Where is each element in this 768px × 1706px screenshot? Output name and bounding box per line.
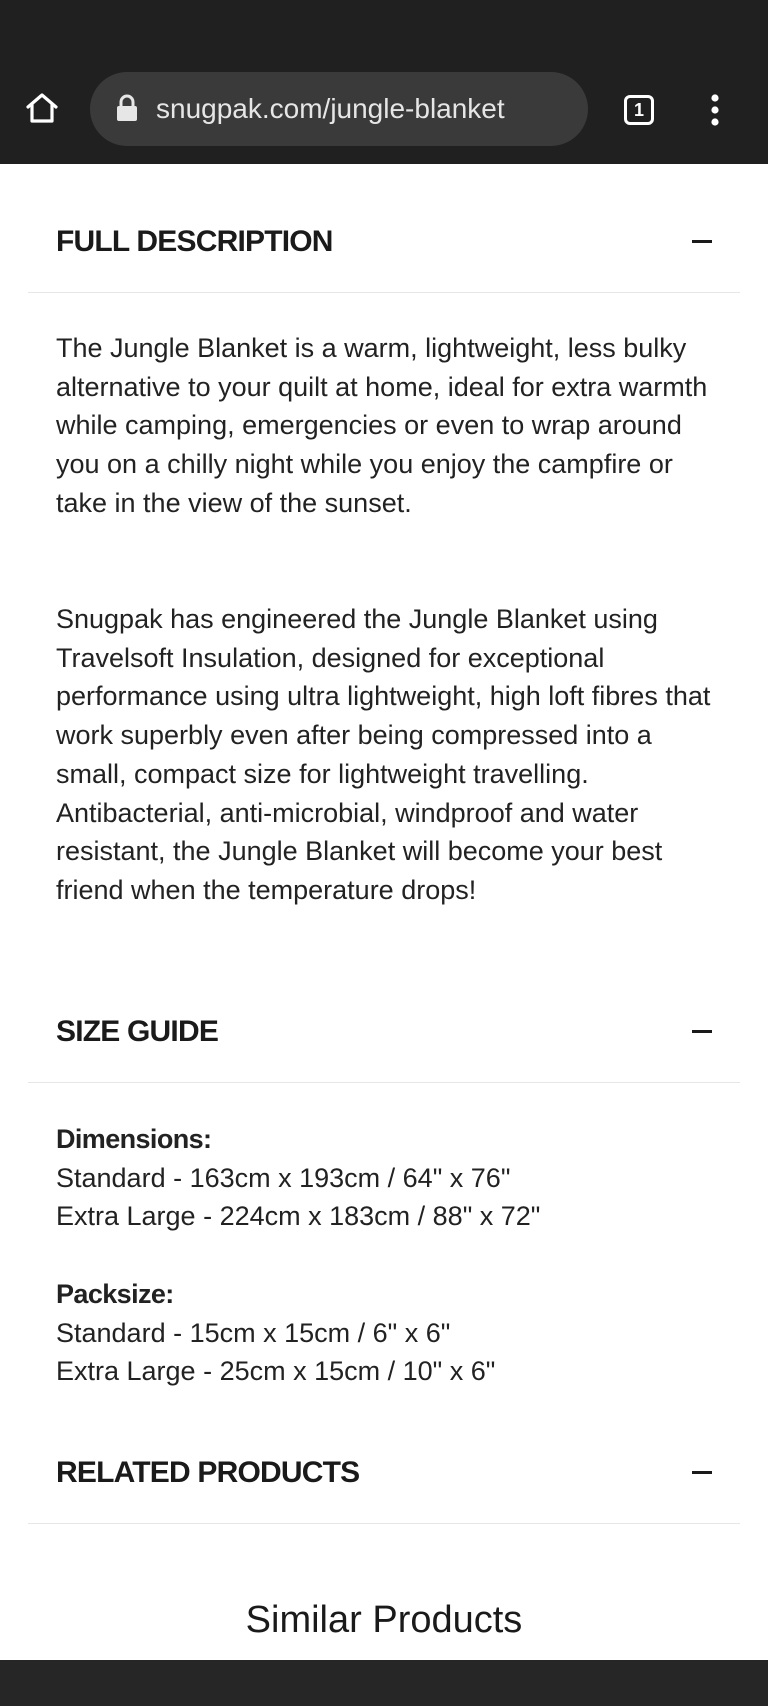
lock-icon — [116, 94, 138, 122]
dimensions-block: Dimensions: Standard - 163cm x 193cm / 6… — [56, 1120, 736, 1236]
related-products-accordion-header[interactable]: RELATED PRODUCTS — [28, 1423, 740, 1524]
home-icon[interactable] — [24, 90, 60, 126]
packsize-label: Packsize: — [56, 1279, 174, 1309]
tab-switcher-icon[interactable]: 1 — [624, 95, 654, 125]
minus-icon[interactable] — [692, 240, 712, 243]
related-products-title: RELATED PRODUCTS — [56, 1456, 360, 1489]
packsize-block: Packsize: Standard - 15cm x 15cm / 6" x … — [56, 1275, 736, 1391]
minus-icon[interactable] — [692, 1471, 712, 1474]
description-paragraph-2: Snugpak has engineered the Jungle Blanke… — [56, 604, 711, 905]
address-bar[interactable]: snugpak.com/jungle-blanket — [90, 72, 588, 146]
dimensions-standard: Standard - 163cm x 193cm / 64" x 76" — [56, 1162, 511, 1193]
more-vert-icon[interactable] — [703, 92, 727, 128]
packsize-standard: Standard - 15cm x 15cm / 6" x 6" — [56, 1317, 451, 1348]
packsize-extra-large: Extra Large - 25cm x 15cm / 10" x 6" — [56, 1356, 496, 1387]
dimensions-extra-large: Extra Large - 224cm x 183cm / 88" x 72" — [56, 1201, 541, 1232]
size-guide-title: SIZE GUIDE — [56, 1015, 219, 1048]
similar-products-heading: Similar Products — [245, 1599, 523, 1641]
size-guide-accordion-header[interactable]: SIZE GUIDE — [28, 982, 740, 1083]
dimensions-label: Dimensions: — [56, 1124, 212, 1154]
browser-toolbar: snugpak.com/jungle-blanket 1 — [0, 0, 768, 164]
description-title: FULL DESCRIPTION — [56, 225, 333, 258]
bottom-bar — [0, 1660, 768, 1706]
description-accordion-header[interactable]: FULL DESCRIPTION — [28, 192, 740, 293]
url-text[interactable]: snugpak.com/jungle-blanket — [156, 72, 505, 146]
minus-icon[interactable] — [692, 1030, 712, 1033]
description-paragraph-1: The Jungle Blanket is a warm, lightweigh… — [56, 333, 708, 518]
